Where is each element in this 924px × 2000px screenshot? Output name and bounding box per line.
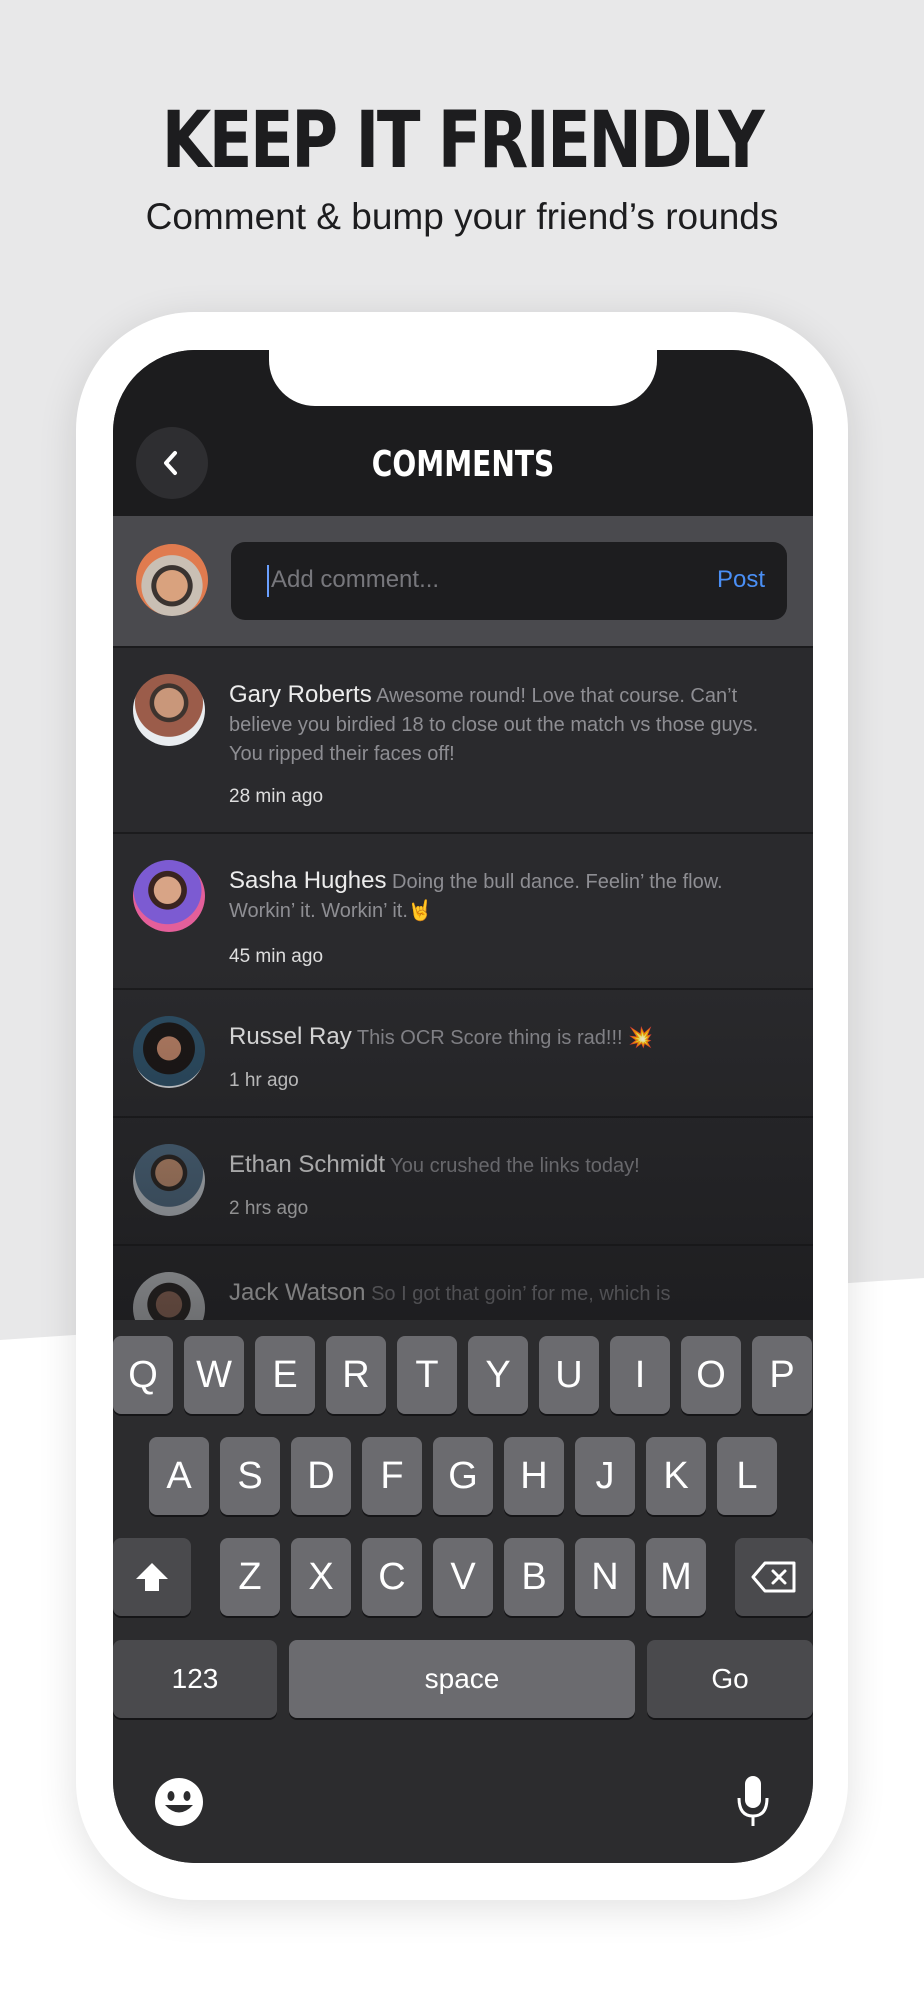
key-u[interactable]: U: [539, 1336, 599, 1414]
key-m[interactable]: M: [646, 1538, 706, 1616]
emoji-button[interactable]: [153, 1776, 205, 1828]
chevron-left-icon: [164, 451, 177, 475]
comment-text: Russel Ray This OCR Score thing is rad!!…: [229, 1022, 777, 1053]
key-o[interactable]: O: [681, 1336, 741, 1414]
list-item[interactable]: Ethan Schmidt You crushed the links toda…: [113, 1116, 813, 1244]
comment-time: 2 hrs ago: [229, 1198, 309, 1219]
phone-screen: COMMENTS Add comment... Post Gary Robert…: [113, 350, 813, 1863]
promo-subhead: Comment & bump your friend’s rounds: [145, 196, 779, 237]
key-h[interactable]: H: [504, 1437, 564, 1515]
comment-author: Ethan Schmidt: [229, 1151, 386, 1178]
key-q[interactable]: Q: [113, 1336, 173, 1414]
comment-input-placeholder: Add comment...: [271, 566, 440, 593]
space-key[interactable]: space: [289, 1640, 635, 1718]
avatar: [133, 674, 205, 746]
comment-author: Sasha Hughes: [229, 867, 387, 894]
comment-body: You crushed the links today!: [390, 1155, 640, 1177]
key-c[interactable]: C: [362, 1538, 422, 1616]
key-k[interactable]: K: [646, 1437, 706, 1515]
key-f[interactable]: F: [362, 1437, 422, 1515]
comment-list: Gary Roberts Awesome round! Love that co…: [113, 646, 813, 1344]
key-y[interactable]: Y: [468, 1336, 528, 1414]
delete-icon: [751, 1561, 796, 1593]
comment-text: Sasha Hughes Doing the bull dance. Feeli…: [229, 866, 777, 926]
comment-time: 45 min ago: [229, 946, 324, 967]
comment-author: Gary Roberts: [229, 681, 372, 708]
list-item[interactable]: Russel Ray This OCR Score thing is rad!!…: [113, 988, 813, 1116]
avatar: [133, 1144, 205, 1216]
key-b[interactable]: B: [504, 1538, 564, 1616]
promo-headline: KEEP IT FRIENDLY: [161, 96, 765, 186]
page-title: COMMENTS: [371, 444, 555, 485]
comment-input[interactable]: Add comment... Post: [231, 542, 787, 620]
key-n[interactable]: N: [575, 1538, 635, 1616]
comment-text: Jack Watson So I got that goin’ for me, …: [229, 1278, 777, 1309]
comment-text: Gary Roberts Awesome round! Love that co…: [229, 680, 777, 769]
key-e[interactable]: E: [255, 1336, 315, 1414]
list-item[interactable]: Gary Roberts Awesome round! Love that co…: [113, 646, 813, 832]
emoji-icon: [155, 1778, 203, 1826]
comment-body: So I got that goin’ for me, which is: [371, 1283, 671, 1305]
key-t[interactable]: T: [397, 1336, 457, 1414]
keyboard: QWERTYUIOP ASDFGHJKL ZXCVBNM 123 space G…: [113, 1320, 813, 1863]
microphone-button[interactable]: [733, 1772, 773, 1832]
phone-notch: [269, 350, 657, 406]
shift-key[interactable]: [113, 1538, 191, 1616]
key-p[interactable]: P: [752, 1336, 812, 1414]
collision-emoji: 💥: [628, 1027, 654, 1049]
key-w[interactable]: W: [184, 1336, 244, 1414]
numbers-key[interactable]: 123: [113, 1640, 277, 1718]
avatar: [136, 544, 208, 616]
key-l[interactable]: L: [717, 1437, 777, 1515]
comment-author: Russel Ray: [229, 1023, 352, 1050]
key-v[interactable]: V: [433, 1538, 493, 1616]
comment-text: Ethan Schmidt You crushed the links toda…: [229, 1150, 777, 1181]
key-d[interactable]: D: [291, 1437, 351, 1515]
microphone-icon: [737, 1776, 769, 1826]
avatar: [133, 860, 205, 932]
comment-author: Jack Watson: [229, 1279, 366, 1306]
list-item[interactable]: Sasha Hughes Doing the bull dance. Feeli…: [113, 832, 813, 988]
post-button[interactable]: Post: [717, 566, 765, 594]
comment-time: 28 min ago: [229, 786, 324, 807]
key-r[interactable]: R: [326, 1336, 386, 1414]
comment-body: This OCR Score thing is rad!!!: [356, 1027, 623, 1049]
key-x[interactable]: X: [291, 1538, 351, 1616]
key-z[interactable]: Z: [220, 1538, 280, 1616]
key-i[interactable]: I: [610, 1336, 670, 1414]
text-caret: [267, 565, 269, 597]
key-a[interactable]: A: [149, 1437, 209, 1515]
go-key[interactable]: Go: [647, 1640, 813, 1718]
key-j[interactable]: J: [575, 1437, 635, 1515]
delete-key[interactable]: [735, 1538, 813, 1616]
avatar: [133, 1016, 205, 1088]
comment-time: 1 hr ago: [229, 1070, 299, 1091]
key-g[interactable]: G: [433, 1437, 493, 1515]
shift-icon: [136, 1563, 168, 1591]
key-s[interactable]: S: [220, 1437, 280, 1515]
rock-on-emoji: 🤘: [407, 900, 433, 922]
